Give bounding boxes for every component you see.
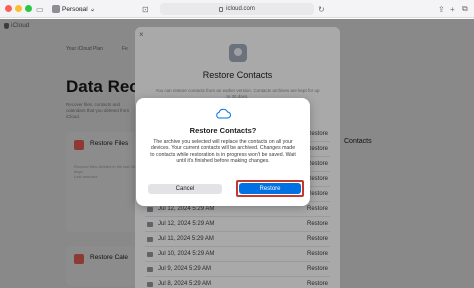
cloud-icon [216,108,231,119]
restore-confirm-dialog: Restore Contacts? The archive you select… [136,98,310,206]
zoom-window-button[interactable] [25,5,32,12]
close-window-button[interactable] [5,5,12,12]
sidebar-toggle-icon[interactable]: ▭ [36,3,50,15]
back-button[interactable]: ‹ [80,3,83,15]
share-icon[interactable]: ⇪ [438,3,445,15]
profile-selector[interactable]: Personal ⌄ [52,3,106,15]
browser-toolbar: ▭ Personal ⌄ ‹ › ⊡ icloud.com ↻ ⇪ + ⧉ [0,0,474,18]
address-bar[interactable]: icloud.com [160,3,314,15]
url-text: icloud.com [226,6,255,12]
tabs-icon[interactable]: ⧉ [462,3,468,15]
dialog-body: The archive you selected will replace th… [150,139,296,165]
dialog-title: Restore Contacts? [189,126,257,135]
lock-icon [219,6,224,12]
restore-button[interactable]: Restore [239,183,301,194]
profile-label: Personal [62,5,88,13]
reload-icon[interactable]: ↻ [318,3,325,15]
forward-button[interactable]: › [92,3,95,15]
tab-overview-icon[interactable]: ⊡ [142,3,152,15]
cancel-button[interactable]: Cancel [148,184,222,194]
new-tab-icon[interactable]: + [450,3,455,15]
minimize-window-button[interactable] [15,5,22,12]
profile-icon [52,5,60,13]
